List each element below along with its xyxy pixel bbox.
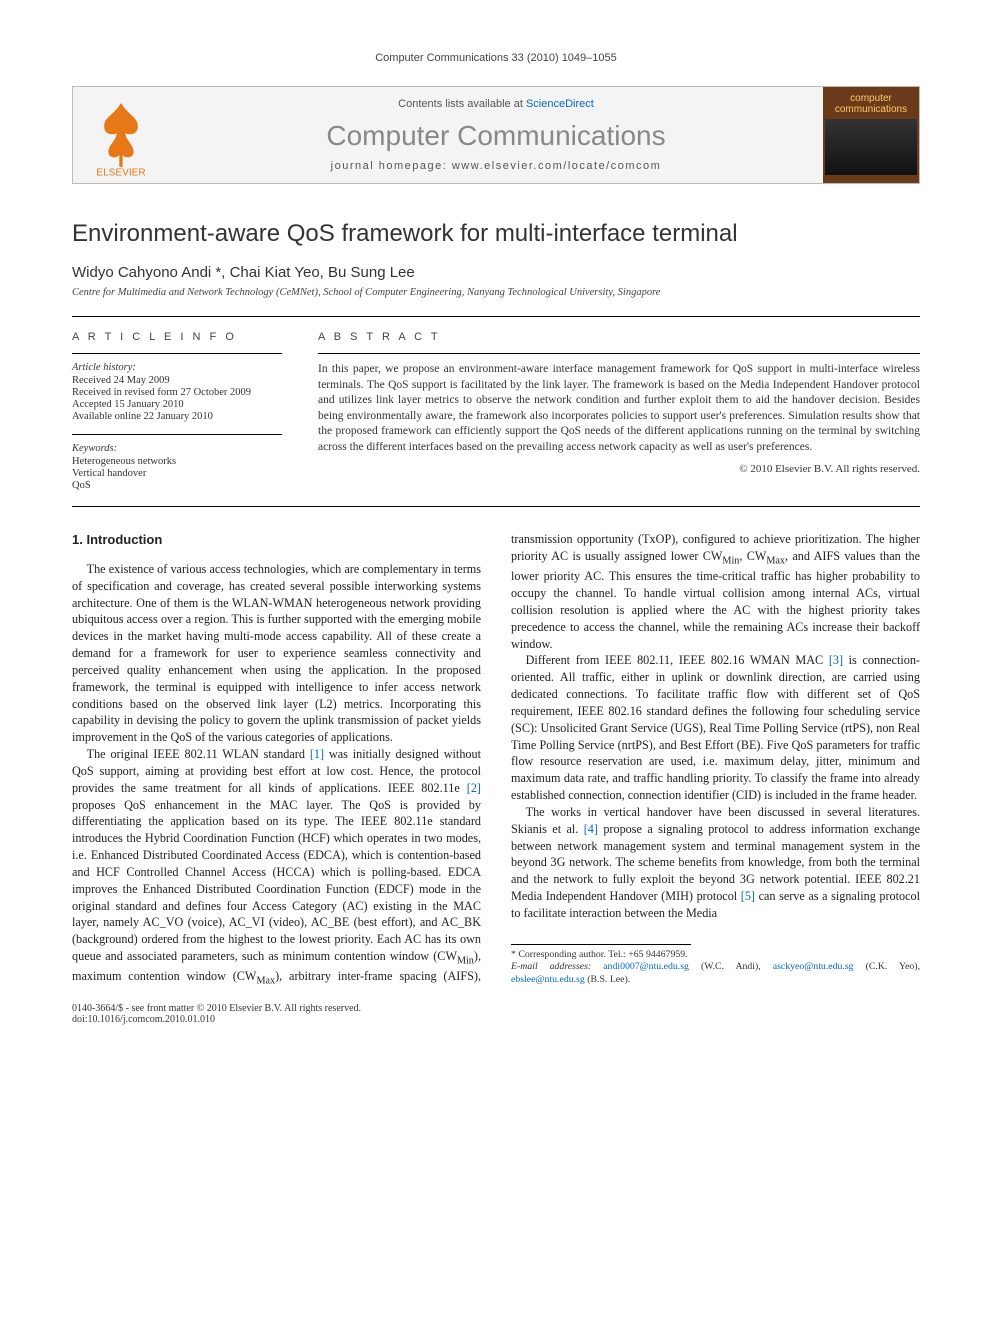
bottom-left: 0140-3664/$ - see front matter © 2010 El… bbox=[72, 1003, 361, 1025]
citation-link[interactable]: [5] bbox=[741, 889, 755, 903]
keyword: QoS bbox=[72, 480, 282, 491]
history-received: Received 24 May 2009 bbox=[72, 375, 282, 386]
citation-link[interactable]: [3] bbox=[829, 653, 843, 667]
paragraph: The works in vertical handover have been… bbox=[511, 804, 920, 922]
svg-text:ELSEVIER: ELSEVIER bbox=[96, 167, 145, 177]
citation-link[interactable]: [4] bbox=[584, 822, 598, 836]
section-heading: 1. Introduction bbox=[72, 531, 481, 549]
homepage-line: journal homepage: www.elsevier.com/locat… bbox=[331, 160, 662, 172]
cover-title: computer communications bbox=[825, 93, 917, 115]
info-rule bbox=[72, 353, 282, 354]
paragraph: The existence of various access technolo… bbox=[72, 561, 481, 746]
citation-link[interactable]: [2] bbox=[467, 781, 481, 795]
homepage-url: www.elsevier.com/locate/comcom bbox=[452, 160, 661, 172]
authors: Widyo Cahyono Andi *, Chai Kiat Yeo, Bu … bbox=[72, 264, 920, 281]
email-link[interactable]: andi0007@ntu.edu.sg bbox=[603, 961, 689, 972]
info-label: A R T I C L E I N F O bbox=[72, 331, 282, 343]
journal-cover: computer communications bbox=[823, 87, 919, 183]
page: Computer Communications 33 (2010) 1049–1… bbox=[0, 0, 992, 1065]
meta-row: A R T I C L E I N F O Article history: R… bbox=[72, 331, 920, 492]
abstract-copyright: © 2010 Elsevier B.V. All rights reserved… bbox=[318, 463, 920, 475]
journal-banner: ELSEVIER Contents lists available at Sci… bbox=[72, 86, 920, 184]
body-columns: 1. Introduction The existence of various… bbox=[72, 531, 920, 989]
banner-center: Contents lists available at ScienceDirec… bbox=[169, 87, 823, 183]
abstract-block: A B S T R A C T In this paper, we propos… bbox=[318, 331, 920, 492]
affiliation: Centre for Multimedia and Network Techno… bbox=[72, 287, 920, 298]
email-link[interactable]: ebslee@ntu.edu.sg bbox=[511, 974, 585, 985]
keywords-label: Keywords: bbox=[72, 443, 282, 454]
history-accepted: Accepted 15 January 2010 bbox=[72, 399, 282, 410]
keyword: Vertical handover bbox=[72, 468, 282, 479]
abstract-text: In this paper, we propose an environment… bbox=[318, 362, 920, 455]
contents-line: Contents lists available at ScienceDirec… bbox=[398, 98, 594, 110]
doi: doi:10.1016/j.comcom.2010.01.010 bbox=[72, 1014, 361, 1025]
article-info: A R T I C L E I N F O Article history: R… bbox=[72, 331, 282, 492]
bottom-line: 0140-3664/$ - see front matter © 2010 El… bbox=[72, 1003, 920, 1025]
rule-top bbox=[72, 316, 920, 317]
history-online: Available online 22 January 2010 bbox=[72, 411, 282, 422]
sciencedirect-link[interactable]: ScienceDirect bbox=[526, 98, 594, 110]
article-title: Environment-aware QoS framework for mult… bbox=[72, 220, 920, 248]
cover-art bbox=[825, 119, 917, 175]
corresponding-author: * Corresponding author. Tel.: +65 944679… bbox=[511, 949, 920, 962]
publisher-logo: ELSEVIER bbox=[73, 87, 169, 183]
footnotes: * Corresponding author. Tel.: +65 944679… bbox=[511, 949, 920, 987]
abstract-rule bbox=[318, 353, 920, 354]
footnote-rule bbox=[511, 944, 691, 945]
history-revised: Received in revised form 27 October 2009 bbox=[72, 387, 282, 398]
homepage-prefix: journal homepage: bbox=[331, 160, 452, 172]
history-label: Article history: bbox=[72, 362, 282, 373]
rule-bottom bbox=[72, 506, 920, 507]
emails-line: E-mail addresses: andi0007@ntu.edu.sg (W… bbox=[511, 961, 920, 986]
keyword: Heterogeneous networks bbox=[72, 456, 282, 467]
citation-link[interactable]: [1] bbox=[310, 747, 324, 761]
running-head: Computer Communications 33 (2010) 1049–1… bbox=[72, 52, 920, 64]
kw-rule bbox=[72, 434, 282, 435]
elsevier-tree-icon: ELSEVIER bbox=[79, 93, 163, 177]
contents-prefix: Contents lists available at bbox=[398, 98, 526, 110]
email-link[interactable]: asckyeo@ntu.edu.sg bbox=[773, 961, 854, 972]
abstract-label: A B S T R A C T bbox=[318, 331, 920, 343]
paragraph: Different from IEEE 802.11, IEEE 802.16 … bbox=[511, 652, 920, 803]
front-matter: 0140-3664/$ - see front matter © 2010 El… bbox=[72, 1003, 361, 1014]
journal-name: Computer Communications bbox=[326, 120, 665, 152]
